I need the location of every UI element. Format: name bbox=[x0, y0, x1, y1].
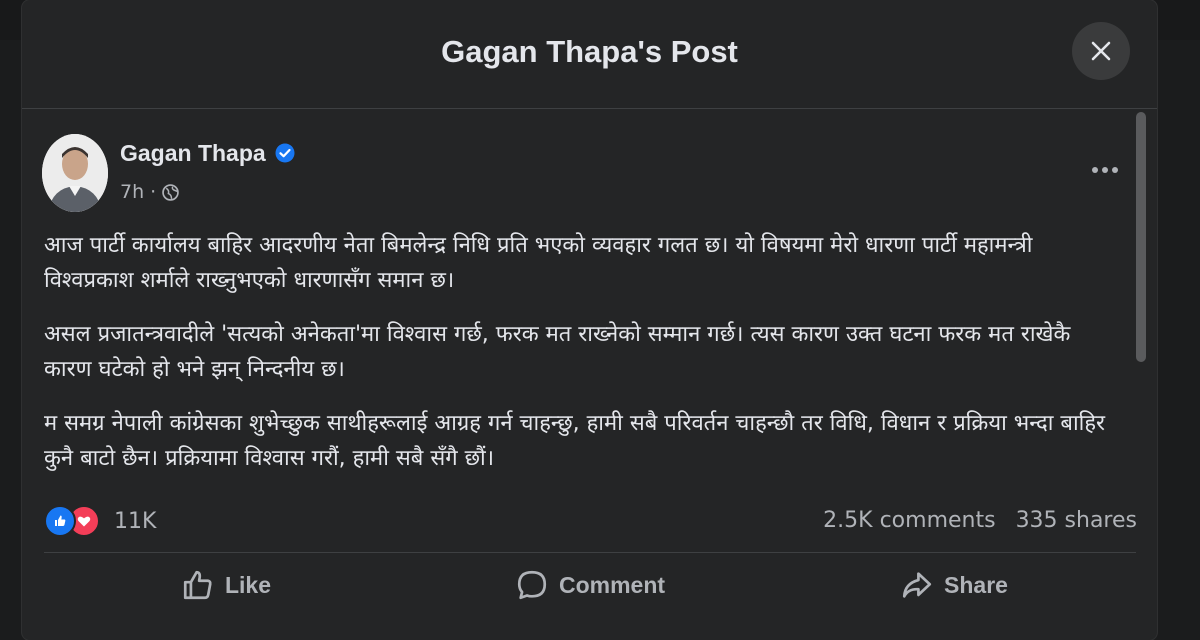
reactions-count: 11K bbox=[114, 508, 157, 534]
reactions-summary[interactable]: 11K bbox=[44, 505, 156, 537]
dot-icon bbox=[1092, 167, 1098, 173]
share-button[interactable]: Share bbox=[772, 553, 1136, 613]
post-modal: Gagan Thapa's Post Gagan Thapa 7h · आज प… bbox=[22, 0, 1157, 640]
share-icon bbox=[902, 572, 932, 598]
scrollbar[interactable] bbox=[1136, 112, 1146, 362]
thumbs-up-icon bbox=[183, 570, 212, 600]
comment-icon bbox=[517, 570, 547, 600]
comment-label: Comment bbox=[558, 571, 666, 598]
comment-button[interactable]: Comment bbox=[408, 553, 772, 613]
author-name[interactable]: Gagan Thapa bbox=[120, 140, 266, 167]
dot-icon bbox=[1102, 167, 1108, 173]
dot-icon bbox=[1112, 167, 1118, 173]
avatar[interactable] bbox=[42, 134, 108, 212]
modal-header: Gagan Thapa's Post bbox=[22, 0, 1157, 109]
post-paragraph: म समग्र नेपाली कांग्रेसका शुभेच्छुक साथी… bbox=[44, 411, 1106, 471]
like-button[interactable]: Like bbox=[44, 553, 408, 613]
meta-separator: · bbox=[150, 181, 157, 203]
globe-icon bbox=[162, 183, 179, 201]
comments-count[interactable]: 2.5K comments bbox=[823, 508, 995, 533]
more-options-button[interactable] bbox=[1082, 152, 1128, 188]
post-paragraph: असल प्रजातन्त्रवादीले 'सत्यको अनेकता'मा … bbox=[44, 322, 1071, 382]
post-meta: 7h · bbox=[120, 181, 179, 203]
post-stats: 2.5K comments 335 shares bbox=[823, 508, 1137, 533]
modal-title: Gagan Thapa's Post bbox=[441, 34, 738, 69]
avatar-photo bbox=[42, 134, 108, 212]
close-button[interactable] bbox=[1072, 22, 1130, 80]
share-label: Share bbox=[944, 571, 1008, 598]
verified-badge-icon bbox=[275, 143, 295, 163]
post-text: आज पार्टी कार्यालय बाहिर आदरणीय नेता बिम… bbox=[44, 228, 1124, 495]
shares-count[interactable]: 335 shares bbox=[1016, 508, 1137, 533]
action-bar: Like Comment Share bbox=[44, 552, 1136, 613]
post-time[interactable]: 7h bbox=[120, 181, 144, 203]
like-reaction-icon bbox=[44, 505, 76, 537]
post-paragraph: आज पार्टी कार्यालय बाहिर आदरणीय नेता बिम… bbox=[44, 233, 1033, 293]
close-icon bbox=[1091, 41, 1111, 61]
like-label: Like bbox=[224, 571, 272, 598]
